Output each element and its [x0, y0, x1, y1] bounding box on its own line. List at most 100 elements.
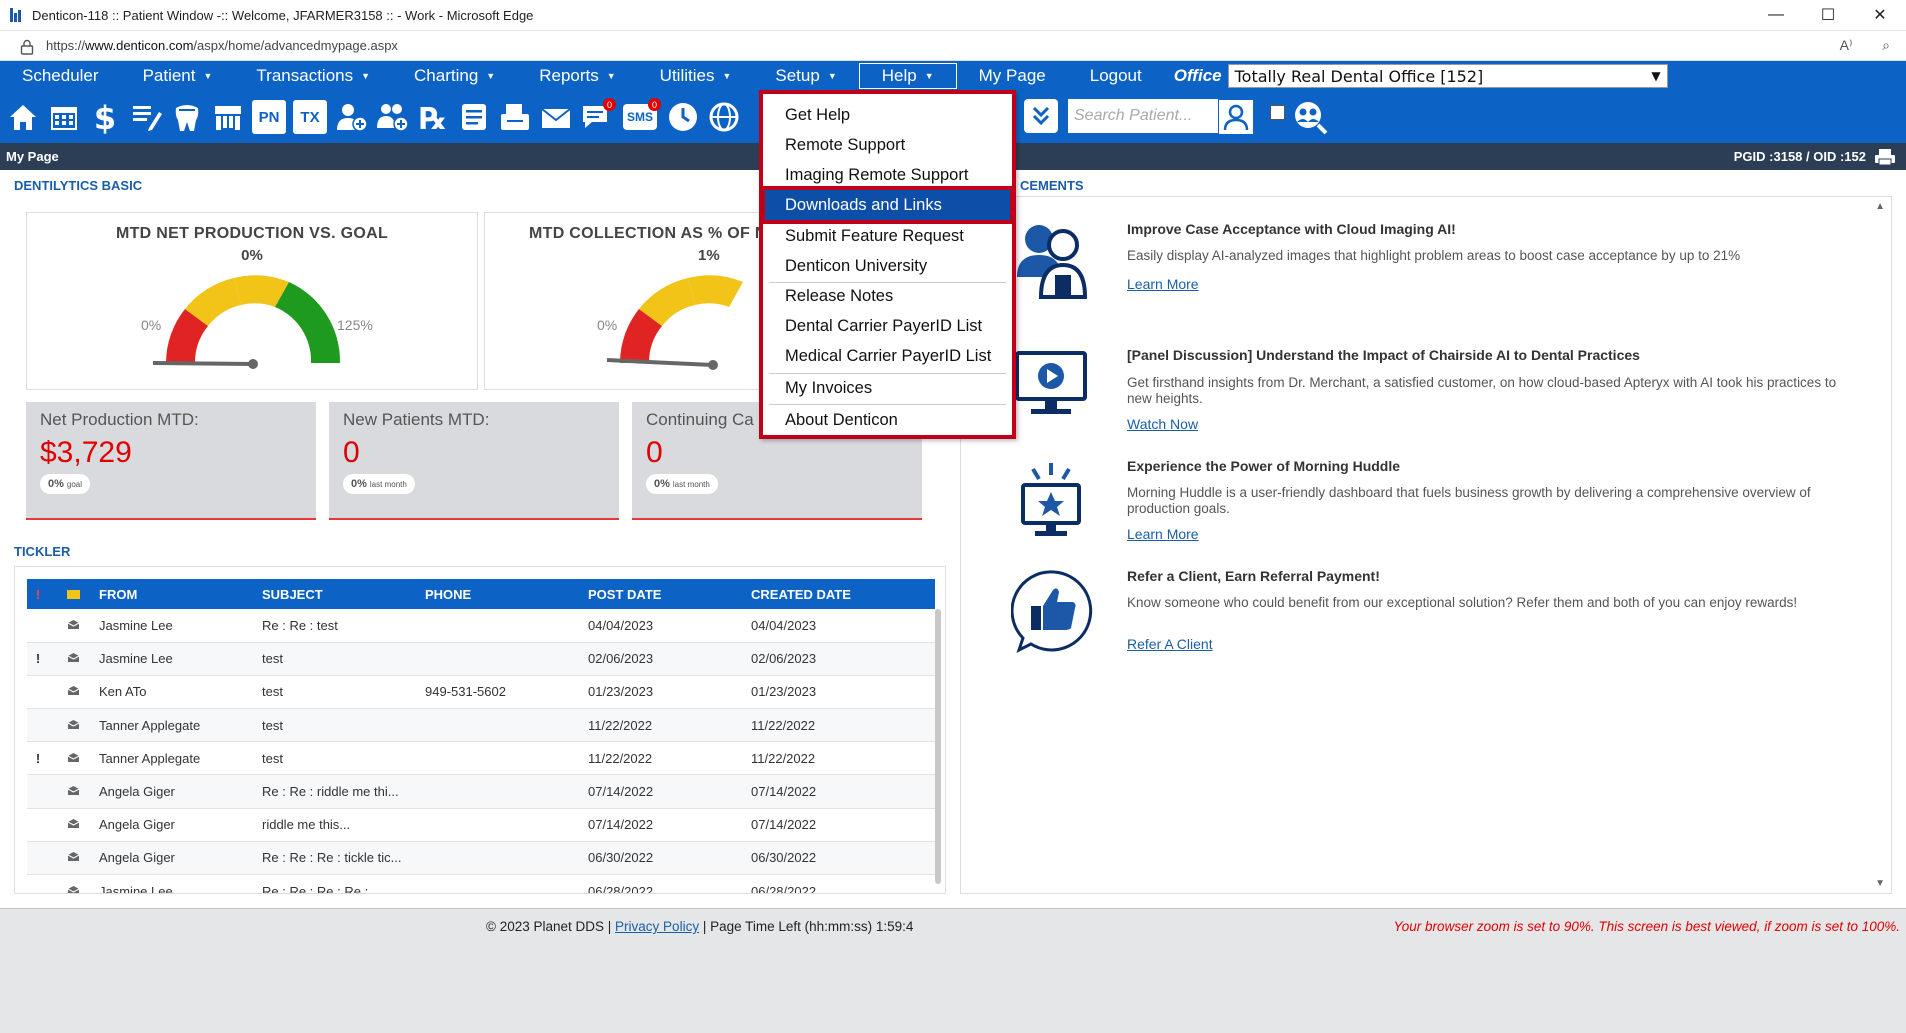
progress-notes-icon[interactable]: PN — [250, 98, 288, 136]
row-created-date: 07/14/2022 — [751, 808, 935, 842]
tickler-title: TICKLER — [14, 544, 71, 559]
tickler-row[interactable]: Tanner Applegate test 11/22/2022 11/22/2022 — [27, 708, 935, 743]
office-select[interactable]: Totally Real Dental Office [152] ▼ — [1227, 64, 1668, 88]
tickler-row[interactable]: Angela Giger Re : Re : Re : tickle tic...… — [27, 841, 935, 876]
family-search-icon[interactable] — [1290, 97, 1330, 137]
menu-item-get-help[interactable]: Get Help — [765, 100, 1010, 130]
print-icon[interactable] — [1874, 148, 1896, 166]
row-phone — [425, 609, 588, 643]
minimize-button[interactable]: — — [1750, 0, 1802, 31]
kpi-value: $3,729 — [40, 436, 132, 469]
calendar-icon[interactable] — [45, 98, 83, 136]
tickler-row[interactable]: Angela Giger Re : Re : riddle me thi... 07… — [27, 774, 935, 809]
announcement-title: Experience the Power of Morning Huddle — [1127, 458, 1401, 474]
nav-utilities[interactable]: Utilities ▼ — [638, 61, 754, 91]
menu-item-submit-feature-request[interactable]: Submit Feature Request — [765, 221, 1010, 251]
col-subject[interactable]: SUBJECT — [262, 579, 425, 609]
search-placeholder: Search Patient... — [1074, 107, 1193, 124]
nav-transactions[interactable]: Transactions ▼ — [234, 61, 392, 91]
tooth-icon[interactable] — [168, 98, 206, 136]
chevrons-down-icon[interactable] — [1024, 99, 1058, 133]
people-icon — [1017, 225, 1088, 299]
scroll-down-icon[interactable]: ▼ — [1875, 878, 1885, 889]
menu-item-imaging-remote-support[interactable]: Imaging Remote Support — [765, 160, 1010, 190]
email-icon[interactable] — [537, 98, 575, 136]
nav-my-page[interactable]: My Page — [957, 61, 1068, 91]
kpi-badge-pct: 0% — [48, 478, 64, 490]
tickler-row[interactable]: Ken ATo test 949-531-5602 01/23/2023 01/23/2… — [27, 675, 935, 710]
envelope-icon — [67, 850, 80, 865]
row-created-date: 06/28/2022 — [751, 874, 935, 893]
menu-item-medical-carrier-payerid[interactable]: Medical Carrier PayerID List — [765, 341, 1010, 371]
col-priority[interactable]: ! — [27, 579, 49, 609]
col-from[interactable]: FROM — [99, 579, 262, 609]
menu-item-remote-support[interactable]: Remote Support — [765, 130, 1010, 160]
browser-search-icon[interactable]: ⌕ — [1866, 37, 1906, 54]
privacy-policy-link[interactable]: Privacy Policy — [615, 919, 699, 934]
edit-list-icon[interactable] — [127, 98, 165, 136]
announcement-link[interactable]: Learn More — [1127, 526, 1199, 542]
scroll-up-icon[interactable]: ▲ — [1875, 201, 1885, 212]
prescription-icon[interactable]: ℞ — [414, 98, 452, 136]
sms-icon[interactable]: SMS 0 — [619, 98, 661, 136]
menu-item-about-denticon[interactable]: About Denticon — [765, 405, 1010, 435]
menu-item-release-notes[interactable]: Release Notes — [765, 281, 1010, 311]
treatment-plan-icon[interactable]: TX — [291, 98, 329, 136]
maximize-button[interactable]: ☐ — [1802, 0, 1854, 31]
row-created-date: 02/06/2023 — [751, 642, 935, 676]
tickler-row[interactable]: Jasmine Lee Re : Re : Re : Re : 06/28/2022… — [27, 874, 935, 893]
announcement-link[interactable]: Watch Now — [1127, 416, 1198, 432]
teeth-chart-icon[interactable] — [209, 98, 247, 136]
menu-item-downloads-and-links[interactable]: Downloads and Links — [761, 186, 1014, 224]
url-path: /aspx/home/advancedmypage.aspx — [193, 38, 398, 53]
nav-help[interactable]: Help ▼ — [858, 63, 957, 89]
menu-item-denticon-university[interactable]: Denticon University — [765, 251, 1010, 281]
tickler-scrollbar[interactable] — [935, 609, 941, 884]
chat-icon[interactable]: 0 — [578, 98, 616, 136]
col-created-date[interactable]: CREATED DATE — [751, 579, 935, 609]
row-created-date: 04/04/2023 — [751, 609, 935, 643]
col-read-status[interactable] — [49, 579, 99, 609]
nav-patient[interactable]: Patient ▼ — [121, 61, 235, 91]
announcement-link[interactable]: Refer A Client — [1127, 636, 1213, 652]
gauge-card-net-production: MTD NET PRODUCTION VS. GOAL 0% 0% 125% — [26, 212, 478, 390]
envelope-icon — [67, 784, 80, 799]
menu-item-my-invoices[interactable]: My Invoices — [765, 373, 1010, 403]
col-post-date[interactable]: POST DATE — [588, 579, 751, 609]
add-patient-icon[interactable] — [332, 98, 370, 136]
patient-search-input[interactable]: Search Patient... — [1068, 99, 1218, 133]
rx-label: ℞ — [420, 102, 447, 134]
patient-search-icon[interactable] — [1218, 99, 1254, 135]
home-icon[interactable] — [4, 98, 42, 136]
search-checkbox[interactable] — [1270, 105, 1285, 120]
tickler-row[interactable]: ! Tanner Applegate test 11/22/2022 11/22/202… — [27, 741, 935, 776]
globe-icon[interactable] — [705, 98, 743, 136]
add-family-icon[interactable] — [373, 98, 411, 136]
announcement-link[interactable]: Learn More — [1127, 276, 1199, 292]
document-icon[interactable] — [455, 98, 493, 136]
nav-scheduler[interactable]: Scheduler — [0, 61, 121, 91]
row-post-date: 01/23/2023 — [588, 675, 751, 710]
tickler-row[interactable]: Jasmine Lee Re : Re : test 04/04/2023 04/04… — [27, 609, 935, 643]
nav-logout[interactable]: Logout — [1068, 61, 1164, 91]
menu-item-dental-carrier-payerid[interactable]: Dental Carrier PayerID List — [765, 311, 1010, 341]
url-field[interactable]: https://www.denticon.com/aspx/home/advan… — [46, 38, 1826, 53]
col-phone[interactable]: PHONE — [425, 579, 588, 609]
row-post-date: 07/14/2022 — [588, 808, 751, 842]
tickler-row[interactable]: Angela Giger riddle me this... 07/14/2022 0… — [27, 808, 935, 842]
tickler-row[interactable]: ! Jasmine Lee test 02/06/2023 02/06/2023 — [27, 642, 935, 676]
read-aloud-icon[interactable]: A⁾ — [1826, 37, 1866, 54]
nav-setup[interactable]: Setup ▼ — [753, 61, 858, 91]
announcement-title: Improve Case Acceptance with Cloud Imagi… — [1127, 221, 1456, 237]
zoom-warning: Your browser zoom is set to 90%. This sc… — [1393, 919, 1900, 934]
video-monitor-icon — [1015, 351, 1087, 414]
close-button[interactable]: ✕ — [1854, 0, 1906, 31]
nav-charting[interactable]: Charting ▼ — [392, 61, 517, 91]
fax-icon[interactable] — [496, 98, 534, 136]
dollar-icon[interactable]: $ — [86, 98, 124, 136]
chat-badge: 0 — [603, 98, 616, 111]
row-subject: riddle me this... — [262, 808, 425, 842]
clock-icon[interactable] — [664, 98, 702, 136]
envelope-icon — [67, 884, 80, 893]
nav-reports[interactable]: Reports ▼ — [517, 61, 637, 91]
